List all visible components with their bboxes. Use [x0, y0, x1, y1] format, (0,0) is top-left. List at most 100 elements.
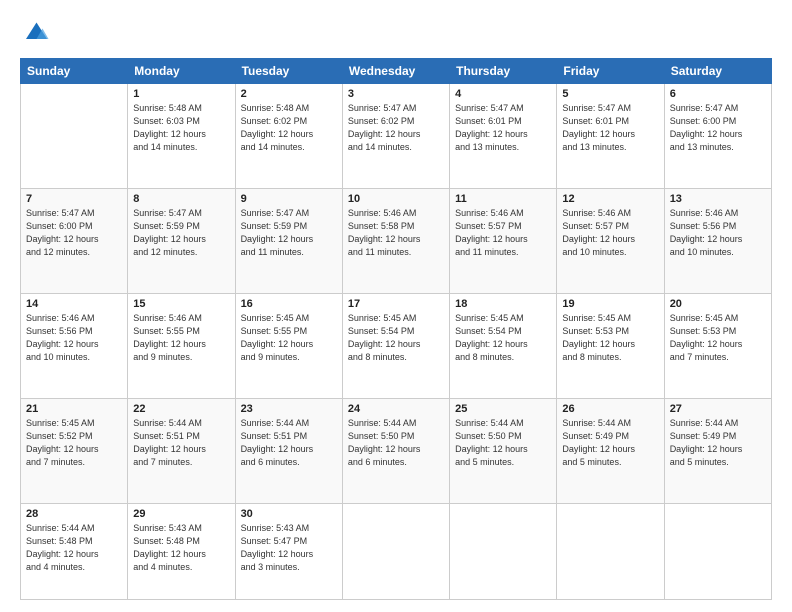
calendar-week-5: 28 Sunrise: 5:44 AM Sunset: 5:48 PM Dayli… — [21, 503, 772, 599]
day-number: 20 — [670, 298, 766, 310]
col-header-friday: Friday — [557, 59, 664, 84]
calendar-cell — [664, 503, 771, 599]
col-header-monday: Monday — [128, 59, 235, 84]
day-info: Sunrise: 5:43 AM Sunset: 5:47 PM Dayligh… — [241, 522, 337, 574]
day-info: Sunrise: 5:47 AM Sunset: 6:00 PM Dayligh… — [670, 102, 766, 154]
day-info: Sunrise: 5:47 AM Sunset: 6:00 PM Dayligh… — [26, 207, 122, 259]
day-number: 3 — [348, 88, 444, 100]
day-info: Sunrise: 5:47 AM Sunset: 6:01 PM Dayligh… — [455, 102, 551, 154]
day-info: Sunrise: 5:45 AM Sunset: 5:55 PM Dayligh… — [241, 312, 337, 364]
day-number: 22 — [133, 403, 229, 415]
day-number: 6 — [670, 88, 766, 100]
col-header-wednesday: Wednesday — [342, 59, 449, 84]
calendar-cell: 14Sunrise: 5:46 AM Sunset: 5:56 PM Dayli… — [21, 293, 128, 398]
calendar-cell — [342, 503, 449, 599]
calendar-cell: 1Sunrise: 5:48 AM Sunset: 6:03 PM Daylig… — [128, 84, 235, 189]
day-info: Sunrise: 5:48 AM Sunset: 6:03 PM Dayligh… — [133, 102, 229, 154]
calendar-cell: 22 Sunrise: 5:44 AM Sunset: 5:51 PM Dayli… — [128, 398, 235, 503]
day-number: 25 — [455, 403, 551, 415]
day-number: 5 — [562, 88, 658, 100]
calendar-cell: 18 Sunrise: 5:45 AM Sunset: 5:54 PM Dayli… — [450, 293, 557, 398]
day-number: 10 — [348, 193, 444, 205]
day-info: Sunrise: 5:46 AM Sunset: 5:57 PM Dayligh… — [455, 207, 551, 259]
calendar-cell: 20Sunrise: 5:45 AM Sunset: 5:53 PM Dayli… — [664, 293, 771, 398]
calendar-cell — [557, 503, 664, 599]
day-number: 17 — [348, 298, 444, 310]
day-info: Sunrise: 5:46 AM Sunset: 5:58 PM Dayligh… — [348, 207, 444, 259]
calendar-cell: 25 Sunrise: 5:44 AM Sunset: 5:50 PM Dayli… — [450, 398, 557, 503]
calendar: SundayMondayTuesdayWednesdayThursdayFrid… — [20, 58, 772, 600]
day-info: Sunrise: 5:44 AM Sunset: 5:50 PM Dayligh… — [455, 417, 551, 469]
day-info: Sunrise: 5:44 AM Sunset: 5:51 PM Dayligh… — [133, 417, 229, 469]
day-number: 19 — [562, 298, 658, 310]
calendar-week-2: 7Sunrise: 5:47 AM Sunset: 6:00 PM Daylig… — [21, 188, 772, 293]
day-info: Sunrise: 5:47 AM Sunset: 5:59 PM Dayligh… — [241, 207, 337, 259]
col-header-thursday: Thursday — [450, 59, 557, 84]
calendar-cell: 19 Sunrise: 5:45 AM Sunset: 5:53 PM Dayli… — [557, 293, 664, 398]
day-info: Sunrise: 5:46 AM Sunset: 5:55 PM Dayligh… — [133, 312, 229, 364]
day-info: Sunrise: 5:46 AM Sunset: 5:56 PM Dayligh… — [670, 207, 766, 259]
calendar-cell — [450, 503, 557, 599]
day-number: 12 — [562, 193, 658, 205]
day-number: 11 — [455, 193, 551, 205]
calendar-cell: 12 Sunrise: 5:46 AM Sunset: 5:57 PM Dayli… — [557, 188, 664, 293]
day-info: Sunrise: 5:45 AM Sunset: 5:54 PM Dayligh… — [348, 312, 444, 364]
day-number: 8 — [133, 193, 229, 205]
calendar-cell: 4 Sunrise: 5:47 AM Sunset: 6:01 PM Daylig… — [450, 84, 557, 189]
day-info: Sunrise: 5:47 AM Sunset: 5:59 PM Dayligh… — [133, 207, 229, 259]
calendar-cell — [21, 84, 128, 189]
day-info: Sunrise: 5:44 AM Sunset: 5:49 PM Dayligh… — [670, 417, 766, 469]
day-number: 27 — [670, 403, 766, 415]
calendar-cell: 3 Sunrise: 5:47 AM Sunset: 6:02 PM Daylig… — [342, 84, 449, 189]
calendar-week-4: 21 Sunrise: 5:45 AM Sunset: 5:52 PM Dayli… — [21, 398, 772, 503]
calendar-cell: 17 Sunrise: 5:45 AM Sunset: 5:54 PM Dayli… — [342, 293, 449, 398]
day-number: 26 — [562, 403, 658, 415]
calendar-week-1: 1Sunrise: 5:48 AM Sunset: 6:03 PM Daylig… — [21, 84, 772, 189]
col-header-sunday: Sunday — [21, 59, 128, 84]
day-number: 4 — [455, 88, 551, 100]
day-info: Sunrise: 5:47 AM Sunset: 6:01 PM Dayligh… — [562, 102, 658, 154]
header — [20, 18, 772, 48]
day-number: 21 — [26, 403, 122, 415]
logo-icon — [20, 18, 50, 48]
day-number: 24 — [348, 403, 444, 415]
col-header-saturday: Saturday — [664, 59, 771, 84]
calendar-cell: 30 Sunrise: 5:43 AM Sunset: 5:47 PM Dayli… — [235, 503, 342, 599]
calendar-cell: 24 Sunrise: 5:44 AM Sunset: 5:50 PM Dayli… — [342, 398, 449, 503]
day-number: 16 — [241, 298, 337, 310]
calendar-cell: 10 Sunrise: 5:46 AM Sunset: 5:58 PM Dayli… — [342, 188, 449, 293]
calendar-cell: 29 Sunrise: 5:43 AM Sunset: 5:48 PM Dayli… — [128, 503, 235, 599]
day-info: Sunrise: 5:45 AM Sunset: 5:52 PM Dayligh… — [26, 417, 122, 469]
day-info: Sunrise: 5:45 AM Sunset: 5:54 PM Dayligh… — [455, 312, 551, 364]
calendar-cell: 13Sunrise: 5:46 AM Sunset: 5:56 PM Dayli… — [664, 188, 771, 293]
calendar-cell: 21 Sunrise: 5:45 AM Sunset: 5:52 PM Dayli… — [21, 398, 128, 503]
calendar-cell: 2Sunrise: 5:48 AM Sunset: 6:02 PM Daylig… — [235, 84, 342, 189]
page: SundayMondayTuesdayWednesdayThursdayFrid… — [0, 0, 792, 612]
day-number: 9 — [241, 193, 337, 205]
day-info: Sunrise: 5:44 AM Sunset: 5:50 PM Dayligh… — [348, 417, 444, 469]
day-info: Sunrise: 5:46 AM Sunset: 5:56 PM Dayligh… — [26, 312, 122, 364]
day-number: 28 — [26, 508, 122, 520]
calendar-cell: 9 Sunrise: 5:47 AM Sunset: 5:59 PM Daylig… — [235, 188, 342, 293]
day-number: 15 — [133, 298, 229, 310]
logo — [20, 18, 54, 48]
calendar-cell: 27 Sunrise: 5:44 AM Sunset: 5:49 PM Dayli… — [664, 398, 771, 503]
day-number: 30 — [241, 508, 337, 520]
calendar-cell: 28 Sunrise: 5:44 AM Sunset: 5:48 PM Dayli… — [21, 503, 128, 599]
calendar-cell: 7Sunrise: 5:47 AM Sunset: 6:00 PM Daylig… — [21, 188, 128, 293]
day-info: Sunrise: 5:47 AM Sunset: 6:02 PM Dayligh… — [348, 102, 444, 154]
calendar-header-row: SundayMondayTuesdayWednesdayThursdayFrid… — [21, 59, 772, 84]
calendar-cell: 16 Sunrise: 5:45 AM Sunset: 5:55 PM Dayli… — [235, 293, 342, 398]
day-number: 18 — [455, 298, 551, 310]
day-number: 29 — [133, 508, 229, 520]
calendar-cell: 15 Sunrise: 5:46 AM Sunset: 5:55 PM Dayli… — [128, 293, 235, 398]
day-number: 2 — [241, 88, 337, 100]
col-header-tuesday: Tuesday — [235, 59, 342, 84]
day-info: Sunrise: 5:44 AM Sunset: 5:51 PM Dayligh… — [241, 417, 337, 469]
calendar-cell: 6 Sunrise: 5:47 AM Sunset: 6:00 PM Daylig… — [664, 84, 771, 189]
calendar-cell: 8 Sunrise: 5:47 AM Sunset: 5:59 PM Daylig… — [128, 188, 235, 293]
day-info: Sunrise: 5:45 AM Sunset: 5:53 PM Dayligh… — [562, 312, 658, 364]
day-info: Sunrise: 5:46 AM Sunset: 5:57 PM Dayligh… — [562, 207, 658, 259]
day-info: Sunrise: 5:43 AM Sunset: 5:48 PM Dayligh… — [133, 522, 229, 574]
day-info: Sunrise: 5:44 AM Sunset: 5:48 PM Dayligh… — [26, 522, 122, 574]
